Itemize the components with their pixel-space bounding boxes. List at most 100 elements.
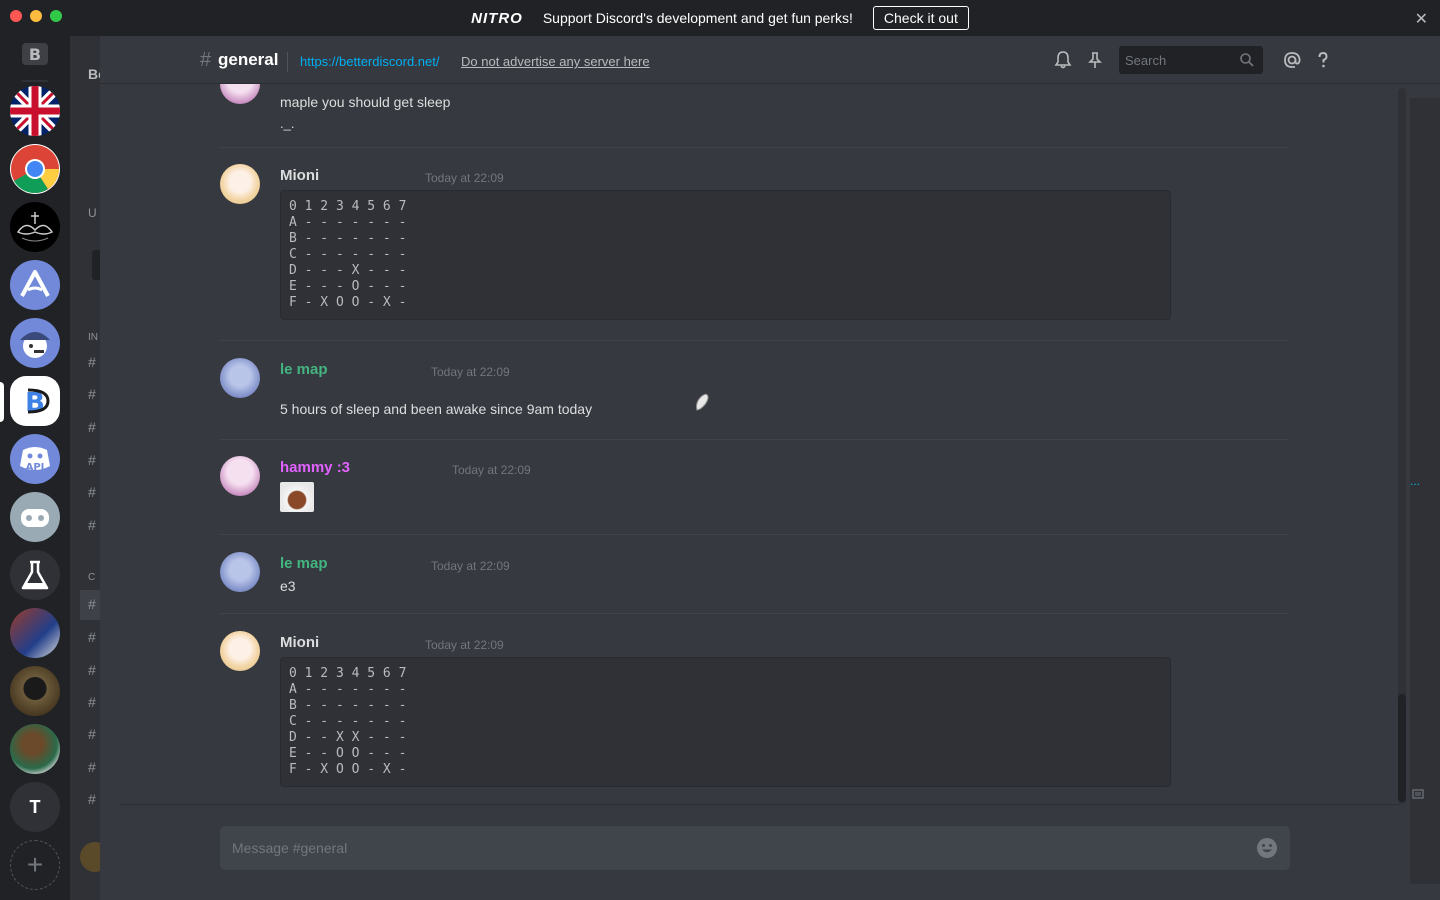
header-divider xyxy=(287,52,288,72)
message-group: Mioni Today at 22:09 0 1 2 3 4 5 6 7 A -… xyxy=(220,631,1288,791)
character-icon xyxy=(20,332,50,358)
close-window-button[interactable] xyxy=(10,10,22,22)
server-photo-2[interactable] xyxy=(10,666,60,716)
minimize-window-button[interactable] xyxy=(30,10,42,22)
server-list: B B API T + xyxy=(0,32,70,900)
server-betterdiscord-home[interactable]: B xyxy=(10,32,60,76)
message-group: maple you should get sleep ._. xyxy=(220,84,1288,131)
server-character[interactable] xyxy=(10,318,60,368)
chat-area: # general https://betterdiscord.net/ Do … xyxy=(100,36,1440,900)
mountain-icon xyxy=(20,270,50,297)
message-text: maple you should get sleep xyxy=(280,94,451,110)
emoji-picker-icon[interactable] xyxy=(1256,837,1278,859)
user-avatar[interactable] xyxy=(80,842,100,872)
search-icon[interactable] xyxy=(1239,52,1255,68)
close-banner-icon[interactable]: ✕ xyxy=(1415,9,1428,29)
server-flask[interactable] xyxy=(10,550,60,600)
server-mountain[interactable] xyxy=(10,260,60,310)
message-text: 5 hours of sleep and been awake since 9a… xyxy=(280,401,593,417)
message-author[interactable]: Mioni xyxy=(280,634,319,651)
user-avatar[interactable] xyxy=(220,164,260,204)
panel-toggle-icon[interactable] xyxy=(1412,788,1424,800)
maximize-window-button[interactable] xyxy=(50,10,62,22)
message-author[interactable]: le map xyxy=(280,555,328,572)
collapsed-side-panel: ... xyxy=(1410,98,1440,884)
message-divider xyxy=(220,613,1288,614)
message-timestamp: Today at 22:09 xyxy=(452,463,531,477)
category-fragment-1: IN xyxy=(88,332,98,343)
code-block: 0 1 2 3 4 5 6 7 A - - - - - - - B - - - … xyxy=(280,657,1171,787)
channel-fragment[interactable]: # xyxy=(88,517,96,533)
more-dots[interactable]: ... xyxy=(1410,474,1420,488)
message-scrollbar-thumb[interactable] xyxy=(1398,694,1406,802)
channel-name: general xyxy=(218,50,279,69)
pin-icon[interactable] xyxy=(1085,50,1105,70)
channel-fragment[interactable]: # xyxy=(88,354,96,370)
flask-icon xyxy=(21,560,49,590)
server-uk-flag[interactable] xyxy=(10,86,60,136)
message-author[interactable]: Mioni xyxy=(280,167,319,184)
channel-fragment[interactable]: # xyxy=(88,791,96,807)
nitro-logo: NITRO xyxy=(471,9,523,27)
server-photo-1[interactable] xyxy=(10,608,60,658)
mentions-icon[interactable] xyxy=(1282,50,1302,70)
discord-api-icon: API xyxy=(20,447,50,473)
message-timestamp: Today at 22:09 xyxy=(425,171,504,185)
composer-divider xyxy=(120,804,1400,805)
message-composer[interactable] xyxy=(220,826,1290,870)
add-icon: + xyxy=(26,849,44,880)
search-box[interactable] xyxy=(1119,46,1263,74)
server-ornament[interactable] xyxy=(10,202,60,252)
svg-text:B: B xyxy=(29,45,41,64)
channel-fragment[interactable]: # xyxy=(88,694,96,710)
check-it-out-button[interactable]: Check it out xyxy=(872,6,969,30)
channel-fragment[interactable]: # xyxy=(88,419,96,435)
message-timestamp: Today at 22:09 xyxy=(431,559,510,573)
category-fragment-2: C xyxy=(88,572,96,583)
server-betterdiscord[interactable]: B xyxy=(10,376,60,426)
nitro-banner: NITRO Support Discord's development and … xyxy=(0,0,1440,36)
channel-fragment[interactable]: # xyxy=(88,759,96,775)
message-group: hammy :3 Today at 22:09 xyxy=(220,456,1288,526)
message-group: le map Today at 22:09 e3 xyxy=(220,552,1288,612)
sidebar-box xyxy=(92,250,100,280)
user-avatar[interactable] xyxy=(220,552,260,592)
message-input[interactable] xyxy=(220,826,1240,870)
channel-fragment[interactable]: # xyxy=(88,596,96,612)
message-group: le map Today at 22:09 5 hours of sleep a… xyxy=(220,358,1288,428)
channel-fragment[interactable]: # xyxy=(88,452,96,468)
notification-bell-icon[interactable] xyxy=(1053,50,1073,70)
user-avatar[interactable] xyxy=(220,631,260,671)
message-divider xyxy=(220,147,1288,148)
section-fragment: U xyxy=(88,206,97,220)
emoji-icon[interactable] xyxy=(694,392,710,412)
message-text: e3 xyxy=(280,578,296,594)
channel-header: # general https://betterdiscord.net/ Do … xyxy=(100,36,1440,84)
server-t[interactable]: T xyxy=(10,782,60,832)
user-avatar[interactable] xyxy=(220,84,260,104)
banner-text: Support Discord's development and get fu… xyxy=(542,10,853,26)
message-author[interactable]: le map xyxy=(280,361,328,378)
custom-emoji-image[interactable] xyxy=(280,482,314,512)
server-photo-3[interactable] xyxy=(10,724,60,774)
add-server-button[interactable]: + xyxy=(10,840,60,890)
help-icon[interactable] xyxy=(1313,50,1333,70)
channel-sidebar: Be U IN # # # # # # C # # # # # # # xyxy=(70,36,100,900)
server-chrome[interactable] xyxy=(10,144,60,194)
gamepad-icon xyxy=(21,509,49,527)
channel-fragment[interactable]: # xyxy=(88,386,96,402)
message-author[interactable]: hammy :3 xyxy=(280,459,350,476)
user-avatar[interactable] xyxy=(220,456,260,496)
channel-fragment[interactable]: # xyxy=(88,484,96,500)
search-input[interactable] xyxy=(1119,46,1237,74)
topic-link[interactable]: https://betterdiscord.net/ xyxy=(300,54,439,69)
server-gamepad[interactable] xyxy=(10,492,60,542)
channel-fragment[interactable]: # xyxy=(88,629,96,645)
message-divider xyxy=(220,534,1288,535)
message-text: ._. xyxy=(280,116,295,131)
topic-text[interactable]: Do not advertise any server here xyxy=(461,54,650,69)
user-avatar[interactable] xyxy=(220,358,260,398)
channel-fragment[interactable]: # xyxy=(88,662,96,678)
server-discord-api[interactable]: API xyxy=(10,434,60,484)
channel-fragment[interactable]: # xyxy=(88,726,96,742)
